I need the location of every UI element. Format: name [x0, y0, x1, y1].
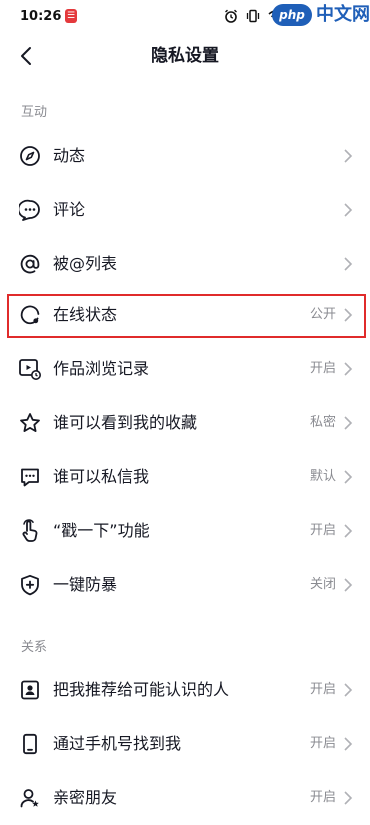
row-label: 在线状态: [53, 305, 118, 324]
row-value: 开启: [309, 790, 336, 805]
chevron-right-icon: [344, 791, 353, 805]
section-header-interaction: 互动: [21, 105, 48, 120]
poke-hand-icon: [18, 519, 42, 543]
chevron-right-icon: [344, 578, 353, 592]
row-direct-message[interactable]: 谁可以私信我 默认: [0, 450, 370, 504]
compass-icon: [18, 144, 42, 168]
row-value: 开启: [309, 361, 336, 376]
chevron-right-icon: [344, 524, 353, 538]
chevron-right-icon: [344, 416, 353, 430]
contact-card-icon: [18, 678, 42, 702]
star-icon: [18, 411, 42, 435]
online-status-icon: [18, 303, 42, 327]
row-value: 公开: [309, 307, 336, 322]
shield-plus-icon: [18, 573, 42, 597]
row-label: 一键防暴: [53, 575, 118, 594]
chevron-right-icon: [344, 362, 353, 376]
row-moments[interactable]: 动态: [0, 129, 370, 183]
section-header-relations: 关系: [21, 640, 48, 655]
view-history-icon: [18, 357, 42, 381]
row-favorites-visibility[interactable]: 谁可以看到我的收藏 私密: [0, 396, 370, 450]
chevron-right-icon: [344, 683, 353, 697]
chevron-right-icon: [344, 203, 353, 217]
row-label: 作品浏览记录: [53, 359, 150, 378]
row-label: 亲密朋友: [53, 788, 118, 807]
row-label: 谁可以私信我: [53, 467, 150, 486]
watermark-pill: php: [272, 4, 312, 26]
watermark-logo: php 中文网: [270, 2, 370, 30]
close-friend-icon: [18, 786, 42, 810]
at-icon: [18, 252, 42, 276]
row-value: 关闭: [309, 577, 336, 592]
row-value: 默认: [309, 469, 336, 484]
status-time: 10:26: [20, 9, 62, 24]
row-view-history[interactable]: 作品浏览记录 开启: [0, 342, 370, 396]
row-label: “戳一下”功能: [53, 521, 150, 540]
page-title: 隐私设置: [151, 46, 219, 66]
row-label: 把我推荐给可能认识的人: [53, 680, 230, 699]
row-label: 谁可以看到我的收藏: [53, 413, 198, 432]
row-value: 开启: [309, 736, 336, 751]
row-label: 动态: [53, 146, 86, 165]
row-close-friends[interactable]: 亲密朋友 开启: [0, 771, 370, 825]
chevron-right-icon: [344, 257, 353, 271]
alarm-icon: [225, 9, 237, 23]
row-value: 开启: [309, 682, 336, 697]
phone-icon: [18, 732, 42, 756]
row-mentions[interactable]: 被@列表: [0, 237, 370, 291]
row-label: 被@列表: [53, 254, 118, 273]
row-online-status[interactable]: 在线状态 公开: [0, 291, 370, 339]
row-anti-harassment[interactable]: 一键防暴 关闭: [0, 558, 370, 612]
app-notification-icon: ☰: [65, 9, 77, 23]
row-poke[interactable]: “戳一下”功能 开启: [0, 504, 370, 558]
chevron-right-icon: [344, 308, 353, 322]
vibrate-icon: [246, 9, 260, 23]
chevron-right-icon: [344, 470, 353, 484]
row-comments[interactable]: 评论: [0, 183, 370, 237]
row-value: 开启: [309, 523, 336, 538]
comment-icon: [18, 198, 42, 222]
row-value: 私密: [309, 415, 336, 430]
watermark-text: 中文网: [316, 4, 370, 25]
nav-bar: 隐私设置: [0, 34, 370, 78]
row-label: 通过手机号找到我: [53, 734, 182, 753]
row-recommend-to-acquaintances[interactable]: 把我推荐给可能认识的人 开启: [0, 663, 370, 717]
status-bar: 10:26 ☰ php 中文网: [0, 0, 370, 34]
row-find-by-phone[interactable]: 通过手机号找到我 开启: [0, 717, 370, 771]
chevron-right-icon: [344, 737, 353, 751]
message-icon: [18, 465, 42, 489]
row-label: 评论: [53, 200, 86, 219]
chevron-right-icon: [344, 149, 353, 163]
